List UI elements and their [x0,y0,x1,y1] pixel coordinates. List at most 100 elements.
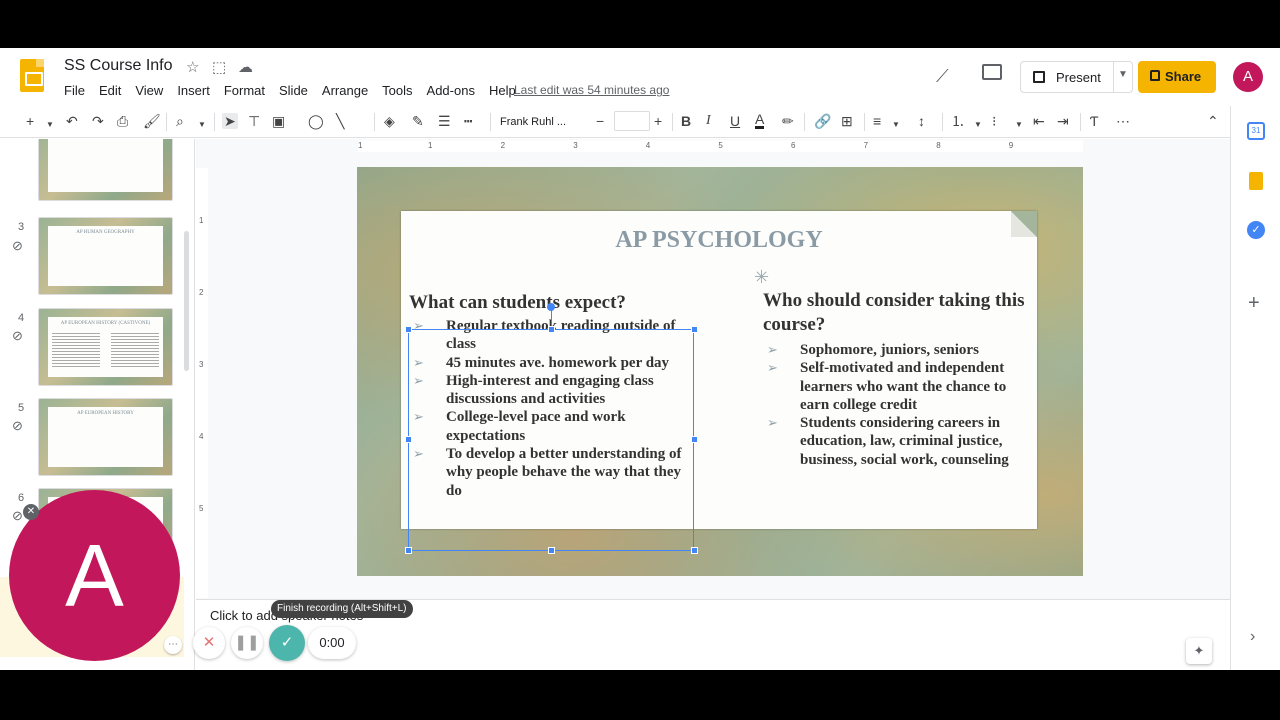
ruler-tick-label: 3 [199,360,204,369]
document-title[interactable]: SS Course Info [64,57,173,75]
chevron-down-icon[interactable]: ▼ [892,117,900,133]
share-button[interactable]: Share [1138,61,1216,93]
increase-indent-icon[interactable]: ⇥ [1057,113,1069,129]
border-color-icon[interactable]: ✎ [412,113,424,129]
cancel-recording-button[interactable]: ✕ [193,627,225,659]
thumbnail-text-lines [111,331,159,369]
slides-logo-icon[interactable] [20,59,44,92]
rotate-handle[interactable] [547,303,555,311]
finish-recording-tooltip: Finish recording (Alt+Shift+L) [271,600,413,618]
slide-thumbnail-4[interactable]: AP EUROPEAN HISTORY (CASTIVONE) [38,308,173,386]
explore-icon[interactable]: ✦ [1186,638,1212,664]
present-button[interactable]: Present ▼ [1020,61,1133,93]
more-icon[interactable]: ⋯ [1116,113,1130,129]
comment-icon[interactable]: ⊞ [841,113,853,129]
underline-icon[interactable]: U [730,113,740,129]
font-size-input[interactable] [614,111,650,131]
font-family-select[interactable]: Frank Ruhl ... [500,113,586,131]
print-icon[interactable]: ⎙ [117,113,128,129]
menu-edit[interactable]: Edit [99,83,121,98]
text-box-selection[interactable] [408,329,694,551]
bold-icon[interactable]: B [681,113,691,129]
last-edit-link[interactable]: Last edit was 54 minutes ago [514,83,669,97]
zoom-icon[interactable]: ⌕ [176,113,184,129]
shape-icon[interactable]: ◯ [308,113,324,129]
keep-icon[interactable] [1249,172,1263,190]
border-dash-icon[interactable]: ┅ [464,113,472,129]
undo-icon[interactable]: ↶ [66,113,78,129]
decrease-font-size-icon[interactable]: − [596,113,604,129]
menu-slide[interactable]: Slide [279,83,308,98]
menu-arrange[interactable]: Arrange [322,83,368,98]
right-bullet-list[interactable]: Sophomore, juniors, seniors Self-motivat… [763,341,1033,469]
close-icon[interactable]: ✕ [23,504,39,520]
slide-title[interactable]: AP PSYCHOLOGY [401,227,1037,254]
decrease-indent-icon[interactable]: ⇤ [1033,113,1045,129]
right-column-heading[interactable]: Who should consider taking this course? [763,289,1033,337]
chevron-down-icon[interactable]: ▼ [1118,69,1128,80]
slide-thumbnail-2[interactable] [38,139,173,201]
resize-handle[interactable] [548,547,555,554]
slide-thumbnail-3[interactable]: AP HUMAN GEOGRAPHY [38,217,173,295]
chevron-right-icon[interactable]: › [1250,628,1255,646]
redo-icon[interactable]: ↷ [92,113,104,129]
menu-help[interactable]: Help [489,83,516,98]
finish-recording-button[interactable]: ✓ [269,625,305,661]
present-icon [1033,71,1045,83]
highlight-icon[interactable]: ✏ [782,113,794,129]
share-label: Share [1165,69,1202,84]
chevron-down-icon[interactable]: ▼ [974,117,982,133]
add-ons-plus-icon[interactable]: + [1248,292,1260,315]
italic-icon[interactable]: I [706,113,711,129]
filmstrip-scrollbar[interactable] [184,231,189,371]
chevron-down-icon[interactable]: ▼ [198,117,206,133]
numbered-list-icon[interactable]: ⒈ [951,113,965,129]
menu-view[interactable]: View [135,83,163,98]
increase-font-size-icon[interactable]: + [654,113,662,129]
more-options-icon[interactable]: ⋯ [164,636,182,654]
account-avatar[interactable]: A [1233,62,1263,92]
link-icon: ⊘ [12,418,23,433]
tasks-icon[interactable]: ✓ [1247,221,1265,239]
image-icon[interactable]: ▣ [272,113,285,129]
text-box-icon[interactable]: ⊤ [248,113,260,129]
fill-color-icon[interactable]: ◈ [384,113,395,129]
chevron-down-icon[interactable]: ▼ [1015,117,1023,133]
add-icon[interactable]: + [26,113,34,129]
resize-handle[interactable] [691,436,698,443]
resize-handle[interactable] [405,326,412,333]
line-spacing-icon[interactable]: ↕ [918,113,925,129]
menu-format[interactable]: Format [224,83,265,98]
list-item: Self-motivated and independent learners … [763,359,1033,414]
star-icon[interactable]: ☆ [186,58,199,76]
bulleted-list-icon[interactable]: ⁝ [992,113,996,129]
resize-handle[interactable] [691,326,698,333]
pause-recording-button[interactable]: ❚❚ [231,627,263,659]
chevron-down-icon[interactable]: ▼ [46,117,54,133]
text-color-icon[interactable]: A [755,112,765,129]
resize-handle[interactable] [548,326,555,333]
menu-tools[interactable]: Tools [382,83,412,98]
clear-format-icon[interactable]: Ƭ [1090,113,1099,129]
border-weight-icon[interactable]: ☰ [438,113,451,129]
resize-handle[interactable] [405,436,412,443]
move-to-drive-icon[interactable]: ⬚ [212,58,226,76]
align-icon[interactable]: ≡ [873,113,881,129]
menu-insert[interactable]: Insert [177,83,210,98]
toolbar-separator [490,113,491,131]
toolbar-separator [942,113,943,131]
paint-format-icon[interactable]: 🖌 [143,113,161,129]
calendar-icon[interactable]: 31 [1247,122,1265,140]
activity-dashboard-icon[interactable]: ⟋ [936,66,949,87]
line-icon[interactable]: ╲ [336,113,344,129]
comment-history-icon[interactable] [982,64,1002,80]
collapse-icon[interactable]: ⌃ [1207,113,1219,129]
slide-number: 6 [18,492,25,504]
link-icon[interactable]: 🔗 [814,113,831,129]
resize-handle[interactable] [405,547,412,554]
slide-thumbnail-5[interactable]: AP EUROPEAN HISTORY [38,398,173,476]
menu-addons[interactable]: Add-ons [427,83,475,98]
menu-file[interactable]: File [64,83,85,98]
select-icon[interactable]: ➤ [222,113,238,129]
resize-handle[interactable] [691,547,698,554]
